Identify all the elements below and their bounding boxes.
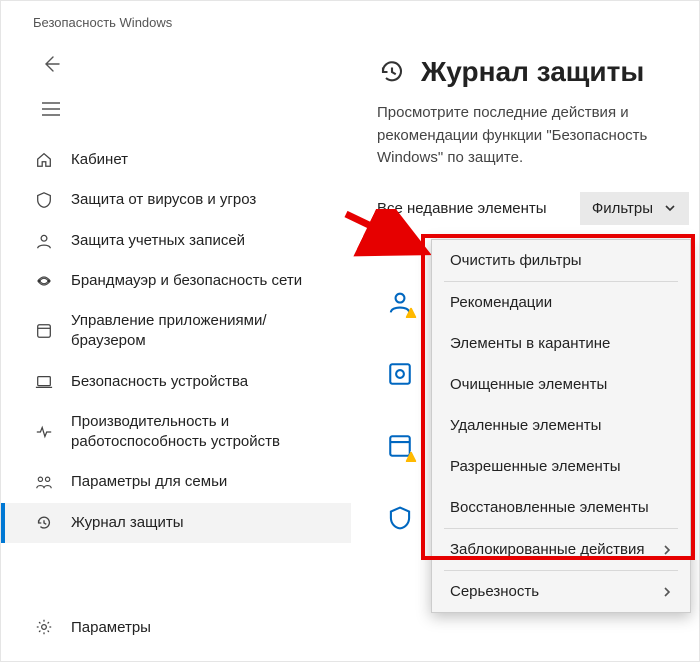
sidebar-item-settings[interactable]: Параметры (1, 606, 351, 656)
sidebar-item-label: Журнал защиты (71, 513, 184, 533)
dropdown-cleaned[interactable]: Очищенные элементы (432, 364, 690, 405)
page-title: Журнал защиты (421, 56, 644, 88)
dropdown-item-label: Рекомендации (450, 294, 552, 311)
health-icon (33, 423, 55, 441)
dropdown-item-label: Удаленные элементы (450, 417, 601, 434)
page-subtitle: Просмотрите последние действия и рекомен… (377, 102, 687, 170)
dropdown-severity[interactable]: Серьезность (432, 571, 690, 612)
nav-list: Кабинет Защита от вирусов и угроз Защита… (1, 140, 351, 543)
sidebar-item-virus[interactable]: Защита от вирусов и угроз (1, 180, 351, 220)
account-warning-icon (387, 289, 413, 315)
dropdown-item-label: Восстановленные элементы (450, 499, 649, 516)
gear-icon (33, 618, 55, 636)
shield-blue-icon (387, 505, 413, 531)
dropdown-item-label: Серьезность (450, 583, 539, 600)
dropdown-item-label: Заблокированные действия (450, 541, 645, 558)
account-icon (33, 232, 55, 250)
sidebar-item-family[interactable]: Параметры для семьи (1, 462, 351, 502)
sidebar-item-firewall[interactable]: Брандмауэр и безопасность сети (1, 261, 351, 301)
dropdown-clear-filters[interactable]: Очистить фильтры (432, 240, 690, 281)
sidebar: Кабинет Защита от вирусов и угроз Защита… (1, 38, 351, 656)
filters-dropdown: Очистить фильтры Рекомендации Элементы в… (431, 239, 691, 613)
sidebar-item-label: Брандмауэр и безопасность сети (71, 271, 302, 291)
sidebar-item-label: Защита от вирусов и угроз (71, 190, 256, 210)
page-header: Журнал защиты (377, 56, 689, 88)
app-control-blue-icon (387, 361, 413, 387)
shield-icon (33, 191, 55, 209)
sidebar-item-label: Параметры (71, 619, 151, 636)
filters-button-label: Фильтры (592, 200, 653, 217)
dropdown-restored[interactable]: Восстановленные элементы (432, 487, 690, 528)
chevron-right-icon (662, 544, 672, 556)
app-window: Безопасность Windows Кабинет (0, 0, 700, 662)
history-icon (377, 57, 407, 87)
sidebar-item-label: Параметры для семьи (71, 472, 227, 492)
sidebar-item-label: Производительность и работоспособность у… (71, 412, 341, 453)
sidebar-item-label: Управление приложениями/браузером (71, 311, 341, 352)
firewall-icon (33, 272, 55, 290)
back-button[interactable] (31, 44, 71, 84)
sidebar-item-health[interactable]: Производительность и работоспособность у… (1, 402, 351, 463)
sidebar-item-label: Безопасность устройства (71, 372, 248, 392)
family-icon (33, 473, 55, 491)
sidebar-item-home[interactable]: Кабинет (1, 140, 351, 180)
dropdown-item-label: Очищенные элементы (450, 376, 607, 393)
dropdown-removed[interactable]: Удаленные элементы (432, 405, 690, 446)
window-title: Безопасность Windows (1, 1, 699, 38)
sidebar-item-device[interactable]: Безопасность устройства (1, 362, 351, 402)
filter-all-label: Все недавние элементы (377, 200, 547, 217)
sidebar-item-account[interactable]: Защита учетных записей (1, 221, 351, 261)
dropdown-item-label: Элементы в карантине (450, 335, 610, 352)
sidebar-item-app-control[interactable]: Управление приложениями/браузером (1, 301, 351, 362)
home-icon (33, 151, 55, 169)
sidebar-item-label: Кабинет (71, 150, 128, 170)
app-control-icon (33, 322, 55, 340)
chevron-down-icon (663, 201, 677, 215)
dropdown-item-label: Очистить фильтры (450, 252, 582, 269)
filter-row: Все недавние элементы Фильтры (377, 192, 689, 225)
device-icon (33, 373, 55, 391)
dropdown-item-label: Разрешенные элементы (450, 458, 621, 475)
history-icon (33, 514, 55, 532)
chevron-right-icon (662, 586, 672, 598)
dropdown-blocked-actions[interactable]: Заблокированные действия (432, 529, 690, 570)
menu-button[interactable] (31, 92, 71, 126)
filters-button[interactable]: Фильтры (580, 192, 689, 225)
app-control-warning-icon (387, 433, 413, 459)
dropdown-recommendations[interactable]: Рекомендации (432, 282, 690, 323)
sidebar-item-history[interactable]: Журнал защиты (1, 503, 351, 543)
dropdown-quarantined[interactable]: Элементы в карантине (432, 323, 690, 364)
dropdown-allowed[interactable]: Разрешенные элементы (432, 446, 690, 487)
sidebar-item-label: Защита учетных записей (71, 231, 245, 251)
